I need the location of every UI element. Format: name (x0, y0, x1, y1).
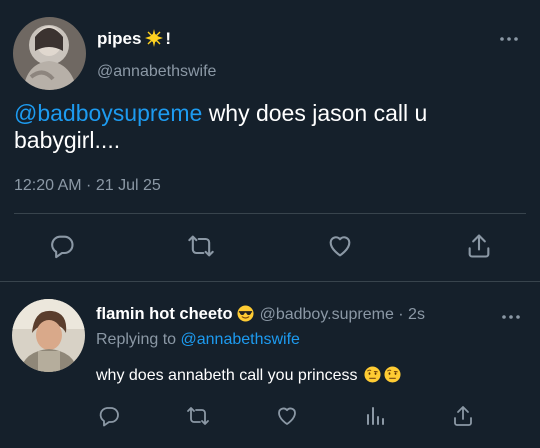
like-icon[interactable] (326, 232, 354, 260)
reply-text: why does annabeth call you princess (96, 366, 401, 385)
handle-time[interactable]: @badboy.supreme · 2s (260, 306, 425, 323)
sunglasses-emoji-icon (237, 305, 254, 322)
handle[interactable]: @annabethswife (97, 63, 216, 81)
views-icon[interactable] (363, 404, 387, 428)
main-tweet[interactable]: pipes! @annabethswife @badboysupreme why… (0, 0, 540, 281)
tweet-text-line2: babygirl.... (14, 127, 121, 153)
mention-link[interactable]: @badboysupreme (14, 100, 202, 126)
reply-icon[interactable] (48, 232, 76, 260)
display-name[interactable]: pipes! (97, 29, 171, 49)
display-name[interactable]: flamin hot cheeto (96, 305, 254, 323)
more-options-icon[interactable] (498, 32, 520, 46)
retweet-icon[interactable] (187, 232, 215, 260)
reply-icon[interactable] (97, 404, 121, 428)
tweet-text-line1: why does jason call u (208, 100, 428, 126)
tweet-text: @badboysupreme why does jason call u baby… (14, 100, 514, 154)
sparkle-star-icon (145, 29, 164, 47)
raised-eyebrow-emoji-icon (363, 366, 381, 383)
avatar[interactable] (12, 299, 85, 372)
divider (14, 213, 526, 214)
replying-to-handle[interactable]: @annabethswife (181, 331, 300, 348)
retweet-icon[interactable] (186, 404, 210, 428)
replying-to: Replying to @annabethswife (96, 331, 300, 348)
reply-tweet[interactable]: flamin hot cheeto @badboy.supreme · 2s Re… (0, 282, 540, 448)
like-icon[interactable] (275, 404, 299, 428)
raised-eyebrow-emoji-icon (383, 366, 401, 383)
timestamp[interactable]: 12:20 AM · 21 Jul 25 (14, 177, 161, 195)
share-icon[interactable] (451, 404, 475, 428)
reply-header: flamin hot cheeto @badboy.supreme · 2s (96, 305, 425, 324)
more-options-icon[interactable] (500, 310, 522, 324)
share-icon[interactable] (465, 232, 493, 260)
avatar[interactable] (13, 17, 86, 90)
tweet-thread: pipes! @annabethswife @badboysupreme why… (0, 0, 540, 448)
